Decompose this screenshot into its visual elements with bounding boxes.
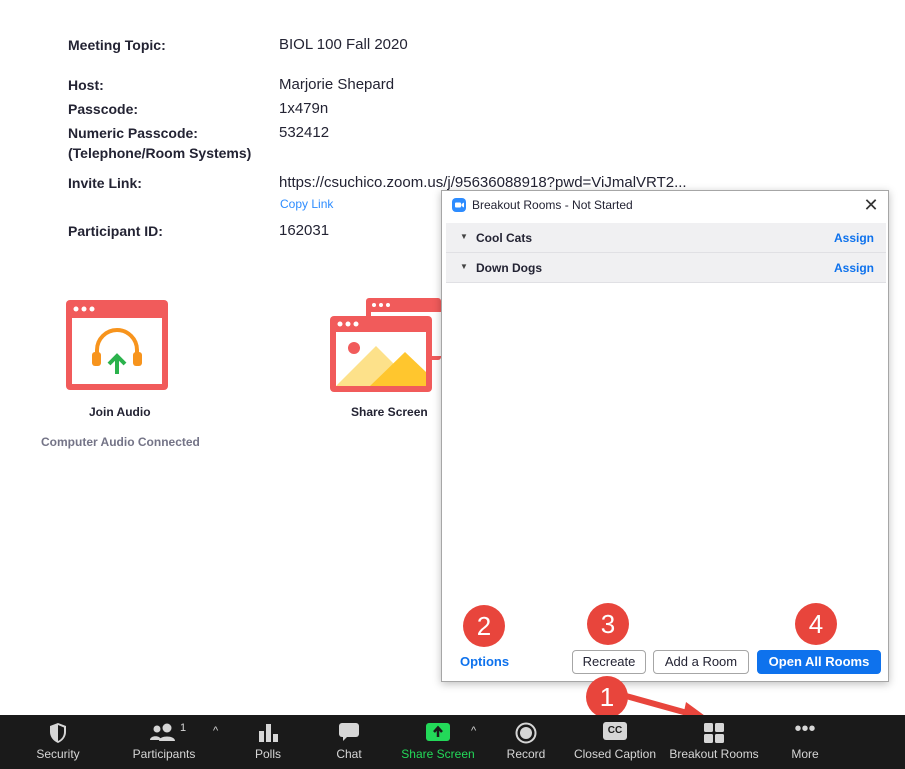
open-all-rooms-button[interactable]: Open All Rooms xyxy=(757,650,881,674)
assign-button[interactable]: Assign xyxy=(834,261,874,275)
share-screen-arrow-icon xyxy=(426,722,450,747)
options-button[interactable]: Options xyxy=(460,654,509,669)
host-label: Host: xyxy=(68,77,104,93)
host-value: Marjorie Shepard xyxy=(279,76,395,93)
record-label: Record xyxy=(506,747,546,761)
breakout-rooms-button[interactable]: Breakout Rooms xyxy=(664,715,764,769)
assign-button[interactable]: Assign xyxy=(834,231,874,245)
more-label: More xyxy=(791,747,819,761)
security-button[interactable]: Security xyxy=(22,715,94,769)
dialog-titlebar: Breakout Rooms - Not Started ✕ xyxy=(442,191,888,219)
room-name: Cool Cats xyxy=(476,231,533,245)
invite-link-label: Invite Link: xyxy=(68,175,142,191)
close-icon[interactable]: ✕ xyxy=(860,193,882,217)
share-screen-icon xyxy=(330,298,441,392)
polls-button[interactable]: Polls xyxy=(238,715,298,769)
join-audio-label[interactable]: Join Audio xyxy=(89,405,151,419)
callout-badge-4: 4 xyxy=(795,603,837,645)
callout-badge-2: 2 xyxy=(463,605,505,647)
zoom-logo-icon xyxy=(452,198,466,212)
audio-status: Computer Audio Connected xyxy=(41,435,200,449)
share-options-caret-icon[interactable]: ^ xyxy=(471,725,476,737)
passcode-label: Passcode: xyxy=(68,101,139,117)
record-button[interactable]: Record xyxy=(496,715,556,769)
record-icon xyxy=(515,722,537,749)
participants-button[interactable]: 1 Participants xyxy=(126,715,202,769)
breakout-rooms-grid-icon xyxy=(703,722,725,749)
participant-id-value: 162031 xyxy=(279,222,330,239)
room-row[interactable]: ▼ Down Dogs Assign xyxy=(446,253,886,283)
share-screen-button[interactable]: Share Screen xyxy=(398,715,478,769)
recreate-button[interactable]: Recreate xyxy=(572,650,646,674)
participant-count: 1 xyxy=(180,722,187,734)
caret-down-icon[interactable]: ▼ xyxy=(460,262,468,271)
numeric-passcode-sublabel: (Telephone/Room Systems) xyxy=(68,145,252,161)
dialog-title: Breakout Rooms - Not Started xyxy=(472,198,633,212)
join-audio-icon xyxy=(66,300,168,390)
participant-id-label: Participant ID: xyxy=(68,223,163,239)
room-row[interactable]: ▼ Cool Cats Assign xyxy=(446,223,886,253)
callout-badge-3: 3 xyxy=(587,603,629,645)
chat-button[interactable]: Chat xyxy=(319,715,379,769)
participants-label: Participants xyxy=(132,747,196,761)
participants-icon xyxy=(150,722,178,747)
copy-link[interactable]: Copy Link xyxy=(280,197,333,211)
shield-icon xyxy=(48,722,68,749)
breakout-rooms-label: Breakout Rooms xyxy=(669,747,759,761)
share-screen-tile[interactable] xyxy=(330,298,441,394)
share-screen-label[interactable]: Share Screen xyxy=(351,405,428,419)
closed-caption-label: Closed Caption xyxy=(573,747,657,761)
passcode-value: 1x479n xyxy=(279,100,329,117)
security-label: Security xyxy=(36,747,80,761)
numeric-passcode-value: 532412 xyxy=(279,124,330,141)
cc-icon: CC xyxy=(603,722,627,740)
chat-bubble-icon xyxy=(338,722,360,747)
bar-chart-icon xyxy=(257,722,279,747)
add-room-button[interactable]: Add a Room xyxy=(653,650,749,674)
meeting-topic-value: BIOL 100 Fall 2020 xyxy=(279,36,408,53)
chat-label: Chat xyxy=(336,747,362,761)
participants-options-caret-icon[interactable]: ^ xyxy=(213,725,218,737)
more-dots-icon: ••• xyxy=(794,718,816,740)
polls-label: Polls xyxy=(254,747,281,761)
share-screen-toolbar-label: Share Screen xyxy=(401,747,475,761)
closed-caption-button[interactable]: CC Closed Caption xyxy=(570,715,660,769)
caret-down-icon[interactable]: ▼ xyxy=(460,232,468,241)
meeting-toolbar: Security 1 Participants ^ Polls Chat Sha… xyxy=(0,715,905,769)
join-audio-tile[interactable] xyxy=(64,298,170,392)
room-name: Down Dogs xyxy=(476,261,542,275)
meeting-topic-label: Meeting Topic: xyxy=(68,37,166,53)
more-button[interactable]: ••• More xyxy=(776,715,834,769)
